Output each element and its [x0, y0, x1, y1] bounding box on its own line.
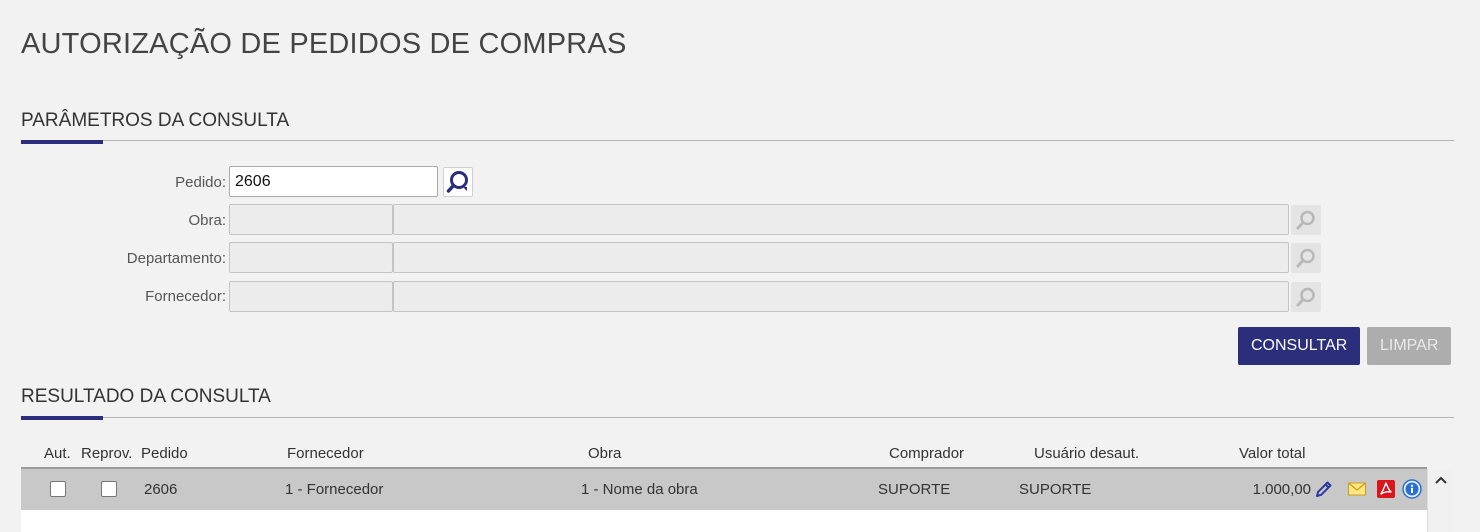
cell-fornecedor: 1 - Fornecedor	[285, 481, 384, 498]
email-icon[interactable]	[1347, 479, 1367, 499]
aut-checkbox[interactable]	[50, 481, 66, 497]
column-header-reprov[interactable]: Reprov.	[81, 445, 132, 462]
departamento-code-input[interactable]	[229, 242, 393, 273]
fornecedor-label: Fornecedor:	[145, 288, 226, 305]
column-header-obra[interactable]: Obra	[588, 445, 621, 462]
cell-valor-total: 1.000,00	[1252, 481, 1311, 498]
pdf-icon[interactable]	[1376, 479, 1396, 499]
column-header-aut[interactable]: Aut.	[44, 445, 71, 462]
info-icon[interactable]	[1402, 479, 1422, 499]
obra-name-input[interactable]	[393, 204, 1289, 235]
column-header-usuario-desaut[interactable]: Usuário desaut.	[1034, 445, 1139, 462]
limpar-button[interactable]: LIMPAR	[1367, 327, 1452, 365]
departamento-name-input[interactable]	[393, 242, 1289, 273]
vertical-scrollbar[interactable]	[1427, 469, 1454, 532]
cell-obra: 1 - Nome da obra	[581, 481, 698, 498]
search-icon	[1296, 287, 1315, 307]
pedido-search-button[interactable]	[443, 167, 473, 197]
search-refresh-icon	[446, 171, 468, 193]
reprov-checkbox[interactable]	[101, 481, 117, 497]
cell-comprador: SUPORTE	[878, 481, 951, 498]
resultado-divider	[21, 417, 1454, 418]
departamento-label: Departamento:	[126, 250, 226, 267]
consultar-button[interactable]: CONSULTAR	[1238, 327, 1361, 365]
fornecedor-search-button[interactable]	[1291, 282, 1321, 312]
cell-pedido: 2606	[144, 481, 178, 498]
pedido-input[interactable]	[229, 166, 438, 197]
column-header-valor-total[interactable]: Valor total	[1239, 445, 1305, 462]
parametros-divider	[21, 140, 1454, 141]
obra-label: Obra:	[188, 212, 226, 229]
cell-usuario-desaut: SUPORTE	[1019, 481, 1092, 498]
grid-body	[21, 510, 1427, 532]
table-row[interactable]: 2606 1 - Fornecedor 1 - Nome da obra SUP…	[21, 469, 1427, 510]
column-header-pedido[interactable]: Pedido	[141, 445, 188, 462]
resultado-accent	[21, 416, 103, 420]
column-header-fornecedor[interactable]: Fornecedor	[287, 445, 364, 462]
obra-search-button[interactable]	[1291, 205, 1321, 235]
fornecedor-code-input[interactable]	[229, 281, 393, 312]
search-icon	[1296, 248, 1315, 268]
fornecedor-name-input[interactable]	[393, 281, 1289, 312]
edit-icon[interactable]	[1314, 479, 1334, 499]
column-header-comprador[interactable]: Comprador	[889, 445, 964, 462]
pedido-label: Pedido:	[175, 174, 226, 191]
departamento-search-button[interactable]	[1291, 243, 1321, 273]
obra-code-input[interactable]	[229, 204, 393, 235]
page-title: AUTORIZAÇÃO DE PEDIDOS DE COMPRAS	[21, 28, 627, 60]
resultado-section-title: RESULTADO DA CONSULTA	[21, 386, 271, 407]
scroll-up-icon[interactable]	[1434, 475, 1448, 485]
parametros-section-title: PARÂMETROS DA CONSULTA	[21, 110, 290, 131]
search-icon	[1296, 210, 1315, 230]
parametros-accent	[21, 140, 103, 144]
